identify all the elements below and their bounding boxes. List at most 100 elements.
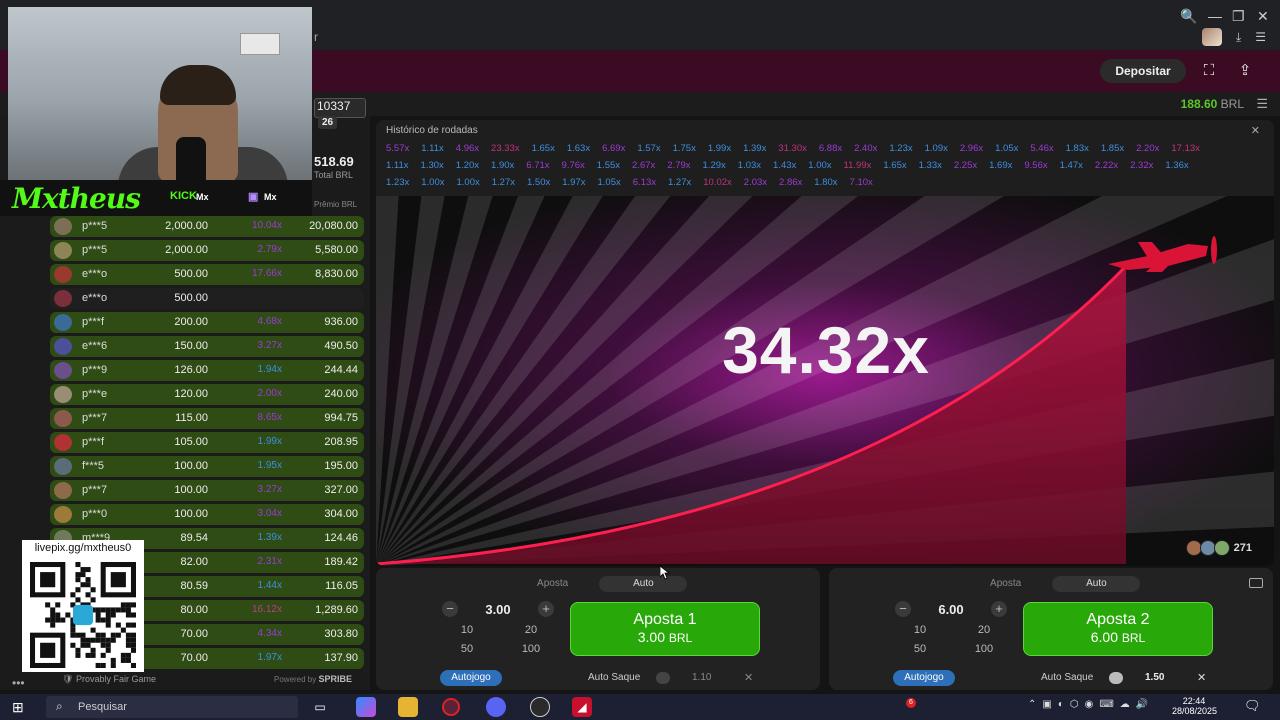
history-multiplier[interactable]: 23.33x — [491, 143, 520, 154]
task-view-icon[interactable]: ▭ — [310, 697, 330, 717]
history-multiplier[interactable]: 9.76x — [562, 160, 585, 171]
history-multiplier[interactable]: 1.11x — [386, 160, 409, 171]
place-bet-button[interactable]: Aposta 2 6.00 BRL — [1023, 602, 1213, 656]
notifications-icon[interactable]: 🗨 — [1244, 698, 1261, 714]
history-multiplier[interactable]: 2.40x — [854, 143, 877, 154]
search-icon[interactable]: 🔍 — [1180, 8, 1197, 25]
minimize-button[interactable]: — — [1208, 8, 1222, 24]
system-clock[interactable]: 22:44 28/08/2025 — [1172, 696, 1217, 716]
close-button[interactable]: ✕ — [1257, 8, 1269, 25]
profile-avatar[interactable] — [1201, 28, 1222, 46]
history-multiplier[interactable]: 1.39x — [743, 143, 766, 154]
history-multiplier[interactable]: 2.96x — [960, 143, 983, 154]
history-multiplier[interactable]: 1.63x — [567, 143, 590, 154]
history-multiplier[interactable]: 2.32x — [1130, 160, 1153, 171]
quick-amount-button[interactable]: 100 — [500, 641, 562, 658]
history-multiplier[interactable]: 1.75x — [673, 143, 696, 154]
history-multiplier[interactable]: 1.00x — [808, 160, 831, 171]
increase-button[interactable]: + — [538, 601, 554, 617]
history-multiplier[interactable]: 1.09x — [925, 143, 948, 154]
history-multiplier[interactable]: 11.99x — [844, 160, 872, 171]
auto-cashout-toggle[interactable] — [656, 672, 670, 684]
clear-cashout-icon[interactable]: ✕ — [1197, 671, 1206, 684]
history-multiplier[interactable]: 1.47x — [1060, 160, 1083, 171]
history-multiplier[interactable]: 1.99x — [708, 143, 731, 154]
history-multiplier[interactable]: 17.13x — [1171, 143, 1200, 154]
history-multiplier[interactable]: 1.33x — [919, 160, 942, 171]
history-multiplier[interactable]: 5.46x — [1030, 143, 1053, 154]
download-icon[interactable]: ⤓ — [1236, 30, 1241, 45]
history-multiplier[interactable]: 1.50x — [527, 177, 550, 188]
history-multiplier[interactable]: 6.71x — [526, 160, 549, 171]
history-multiplier[interactable]: 1.65x — [883, 160, 906, 171]
amd-icon[interactable]: ◢ — [572, 697, 592, 717]
history-multiplier[interactable]: 6.69x — [602, 143, 625, 154]
history-multiplier[interactable]: 7.10x — [850, 177, 873, 188]
history-multiplier[interactable]: 2.22x — [1095, 160, 1118, 171]
history-multiplier[interactable]: 1.69x — [989, 160, 1012, 171]
history-multiplier[interactable]: 1.90x — [491, 160, 514, 171]
quick-amount-button[interactable]: 50 — [889, 641, 951, 658]
history-multiplier[interactable]: 1.00x — [421, 177, 444, 188]
quick-amount-button[interactable]: 50 — [436, 641, 498, 658]
history-multiplier[interactable]: 2.20x — [1136, 143, 1159, 154]
clear-cashout-icon[interactable]: ✕ — [744, 671, 753, 684]
quick-amount-button[interactable]: 10 — [436, 622, 498, 639]
history-multiplier[interactable]: 2.79x — [667, 160, 690, 171]
tab-bet[interactable]: Aposta — [509, 576, 597, 592]
bet-amount-input[interactable]: 6.00 — [915, 602, 987, 617]
restore-button[interactable]: ❐ — [1232, 8, 1245, 25]
auto-cashout-toggle[interactable] — [1109, 672, 1123, 684]
quick-amount-button[interactable]: 100 — [953, 641, 1015, 658]
file-explorer-icon[interactable] — [398, 697, 418, 717]
history-multiplier[interactable]: 1.57x — [637, 143, 660, 154]
history-multiplier[interactable]: 2.86x — [779, 177, 802, 188]
share-icon[interactable]: ⇪ — [1234, 60, 1256, 82]
history-multiplier[interactable]: 1.27x — [492, 177, 515, 188]
more-icon[interactable]: ••• — [12, 676, 25, 690]
decrease-button[interactable]: − — [895, 601, 911, 617]
history-multiplier[interactable]: 31.30x — [778, 143, 807, 154]
history-multiplier[interactable]: 2.67x — [632, 160, 655, 171]
increase-button[interactable]: + — [991, 601, 1007, 617]
place-bet-button[interactable]: Aposta 1 3.00 BRL — [570, 602, 760, 656]
tab-auto[interactable]: Auto — [1052, 576, 1141, 592]
history-multiplier[interactable]: 1.11x — [421, 143, 444, 154]
provably-fair-link[interactable]: 🛡 Provably Fair Game — [62, 674, 156, 685]
tab-bet[interactable]: Aposta — [962, 576, 1050, 592]
opera-icon[interactable] — [442, 698, 460, 716]
autoplay-button[interactable]: Autojogo — [440, 670, 502, 686]
history-multiplier[interactable]: 1.85x — [1101, 143, 1124, 154]
history-multiplier[interactable]: 9.56x — [1024, 160, 1047, 171]
history-multiplier[interactable]: 1.30x — [421, 160, 444, 171]
remove-panel-icon[interactable] — [1249, 578, 1263, 588]
quick-amount-button[interactable]: 20 — [953, 622, 1015, 639]
history-multiplier[interactable]: 1.05x — [995, 143, 1018, 154]
history-multiplier[interactable]: 1.97x — [562, 177, 585, 188]
history-multiplier[interactable]: 1.23x — [889, 143, 912, 154]
history-multiplier[interactable]: 1.00x — [457, 177, 480, 188]
history-multiplier[interactable]: 1.80x — [814, 177, 837, 188]
menu-icon[interactable]: ☰ — [1255, 30, 1266, 44]
history-multiplier[interactable]: 1.83x — [1066, 143, 1089, 154]
history-multiplier[interactable]: 2.25x — [954, 160, 977, 171]
quick-amount-button[interactable]: 10 — [889, 622, 951, 639]
history-multiplier[interactable]: 1.29x — [703, 160, 726, 171]
history-multiplier[interactable]: 1.36x — [1165, 160, 1188, 171]
hamburger-menu-icon[interactable]: ☰ — [1256, 96, 1268, 112]
history-multiplier[interactable]: 1.03x — [738, 160, 761, 171]
history-multiplier[interactable]: 6.13x — [633, 177, 656, 188]
history-multiplier[interactable]: 1.65x — [532, 143, 555, 154]
history-multiplier[interactable]: 4.96x — [456, 143, 479, 154]
history-multiplier[interactable]: 1.55x — [597, 160, 620, 171]
bet-amount-input[interactable]: 3.00 — [462, 602, 534, 617]
auto-cashout-value[interactable]: 1.50 — [1145, 672, 1164, 683]
tab-auto[interactable]: Auto — [599, 576, 688, 592]
deposit-button[interactable]: Depositar — [1100, 59, 1186, 83]
history-multiplier[interactable]: 1.43x — [773, 160, 796, 171]
history-multiplier[interactable]: 5.57x — [386, 143, 409, 154]
history-multiplier[interactable]: 10.02x — [703, 177, 732, 188]
copilot-icon[interactable] — [356, 697, 376, 717]
tab-title[interactable]: r — [314, 30, 318, 44]
history-multiplier[interactable]: 2.03x — [744, 177, 767, 188]
